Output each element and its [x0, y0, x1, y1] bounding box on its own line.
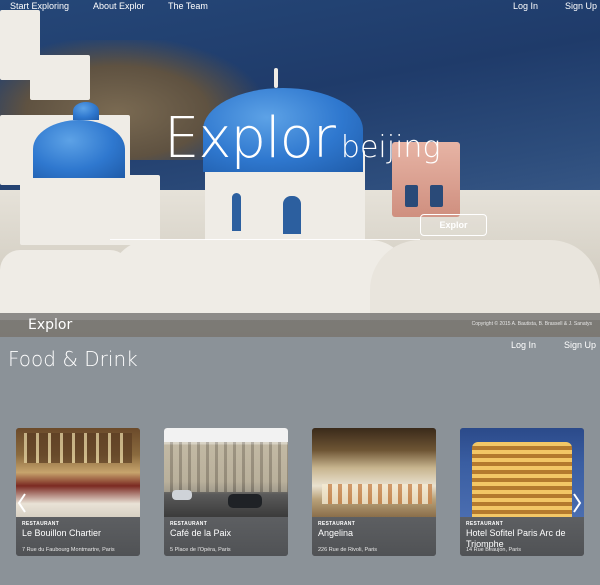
section-title: Food & Drink: [8, 347, 138, 371]
chevron-left-icon: [17, 493, 26, 513]
restaurant-photo: [16, 428, 140, 517]
card-title: Angelina: [318, 528, 354, 538]
carousel-next-arrow[interactable]: [572, 492, 582, 514]
restaurant-photo: [312, 428, 436, 517]
bell-arch: [405, 185, 418, 207]
card-info: RESTAURANT Café de la Paix 5 Place de l'…: [164, 517, 288, 556]
hero-logo: Explor beijing: [164, 106, 440, 171]
nav-start-exploring[interactable]: Start Exploring: [10, 1, 69, 11]
nav-login[interactable]: Log In: [513, 1, 538, 11]
section-nav-login[interactable]: Log In: [511, 340, 536, 350]
restaurant-card[interactable]: RESTAURANT Hotel Sofitel Paris Arc de Tr…: [460, 428, 584, 556]
hero-footer-bar: Explor Copyright © 2015 A. Bautista, B. …: [0, 313, 600, 337]
card-address: 226 Rue de Rivoli, Paris: [318, 547, 378, 553]
building: [30, 55, 90, 100]
card-info: RESTAURANT Le Bouillon Chartier 7 Rue du…: [16, 517, 140, 556]
card-title: Café de la Paix: [170, 528, 232, 538]
section-nav-signup[interactable]: Sign Up: [564, 340, 596, 350]
restaurant-card[interactable]: RESTAURANT Le Bouillon Chartier 7 Rue du…: [16, 428, 140, 556]
card-category: RESTAURANT: [22, 521, 60, 527]
card-category: RESTAURANT: [466, 521, 504, 527]
restaurant-card[interactable]: RESTAURANT Angelina 226 Rue de Rivoli, P…: [312, 428, 436, 556]
card-info: RESTAURANT Hotel Sofitel Paris Arc de Tr…: [460, 517, 584, 556]
rooftop: [110, 240, 410, 320]
carousel-prev-arrow[interactable]: [17, 492, 27, 514]
card-category: RESTAURANT: [318, 521, 356, 527]
restaurant-photo: [460, 428, 584, 517]
restaurant-photo: [164, 428, 288, 517]
copyright-text: Copyright © 2015 A. Bautista, B. Brassel…: [471, 321, 592, 327]
search-input[interactable]: [110, 214, 420, 238]
nav-signup[interactable]: Sign Up: [565, 1, 597, 11]
card-info: RESTAURANT Angelina 226 Rue de Rivoli, P…: [312, 517, 436, 556]
card-title: Le Bouillon Chartier: [22, 528, 102, 538]
nav-team[interactable]: The Team: [168, 1, 208, 11]
hero-banner: Start Exploring About Explor The Team Lo…: [0, 0, 600, 337]
chevron-right-icon: [573, 493, 582, 513]
city-name: beijing: [340, 130, 441, 165]
card-address: 5 Place de l'Opéra, Paris: [170, 547, 231, 553]
rooftop: [370, 240, 600, 320]
search-underline: [110, 239, 420, 240]
blue-dome: [33, 120, 125, 178]
nav-about[interactable]: About Explor: [93, 1, 145, 11]
card-address: 14 Rue Beaujon, Paris: [466, 547, 522, 553]
bell-arch: [430, 185, 443, 207]
logo-text: Explor: [164, 106, 336, 171]
rooftop: [0, 250, 130, 320]
card-address: 7 Rue du Faubourg Montmartre, Paris: [22, 547, 115, 553]
explor-search-button[interactable]: Explor: [420, 214, 487, 236]
footer-logo[interactable]: Explor: [28, 317, 72, 333]
blue-dome: [73, 102, 99, 120]
cross: [274, 68, 278, 88]
restaurant-card[interactable]: RESTAURANT Café de la Paix 5 Place de l'…: [164, 428, 288, 556]
top-nav: Start Exploring About Explor The Team Lo…: [0, 0, 600, 14]
card-category: RESTAURANT: [170, 521, 208, 527]
